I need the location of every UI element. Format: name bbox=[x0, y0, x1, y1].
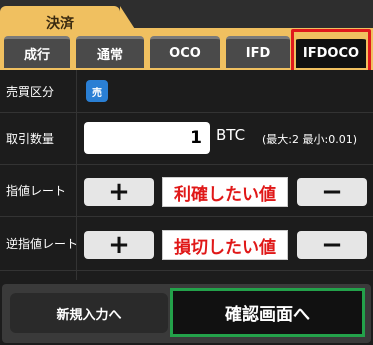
side-label: 売買区分 bbox=[6, 84, 55, 99]
quantity-unit: BTC bbox=[216, 126, 246, 144]
stop-rate-minus-button[interactable]: − bbox=[297, 230, 367, 260]
tab-market[interactable]: 成行 bbox=[4, 36, 70, 68]
tab-ifd[interactable]: IFD bbox=[226, 36, 290, 68]
quantity-input[interactable]: 1 bbox=[84, 122, 210, 154]
sell-badge: 売 bbox=[86, 80, 108, 102]
row-divider bbox=[0, 164, 373, 165]
stop-rate-input[interactable]: 損切したい値 bbox=[162, 230, 288, 260]
tab-normal[interactable]: 通常 bbox=[76, 36, 144, 68]
section-tab-settlement[interactable]: 決済 bbox=[0, 6, 142, 40]
row-divider bbox=[0, 270, 373, 271]
confirm-screen-button[interactable]: 確認画面へ bbox=[170, 288, 365, 337]
quantity-label: 取引数量 bbox=[6, 131, 55, 146]
limit-rate-label: 指値レート bbox=[6, 183, 67, 198]
stop-rate-label: 逆指値レート bbox=[6, 236, 79, 251]
stop-rate-plus-button[interactable]: + bbox=[84, 230, 154, 260]
tab-oco[interactable]: OCO bbox=[150, 36, 220, 68]
limit-rate-plus-button[interactable]: + bbox=[84, 177, 154, 207]
limit-rate-input[interactable]: 利確したい値 bbox=[162, 177, 288, 207]
row-divider bbox=[0, 216, 373, 217]
limit-rate-minus-button[interactable]: − bbox=[297, 177, 367, 207]
new-entry-button[interactable]: 新規入力へ bbox=[10, 293, 168, 333]
row-divider bbox=[0, 112, 373, 113]
quantity-limit: (最大:2 最小:0.01) bbox=[262, 133, 357, 146]
